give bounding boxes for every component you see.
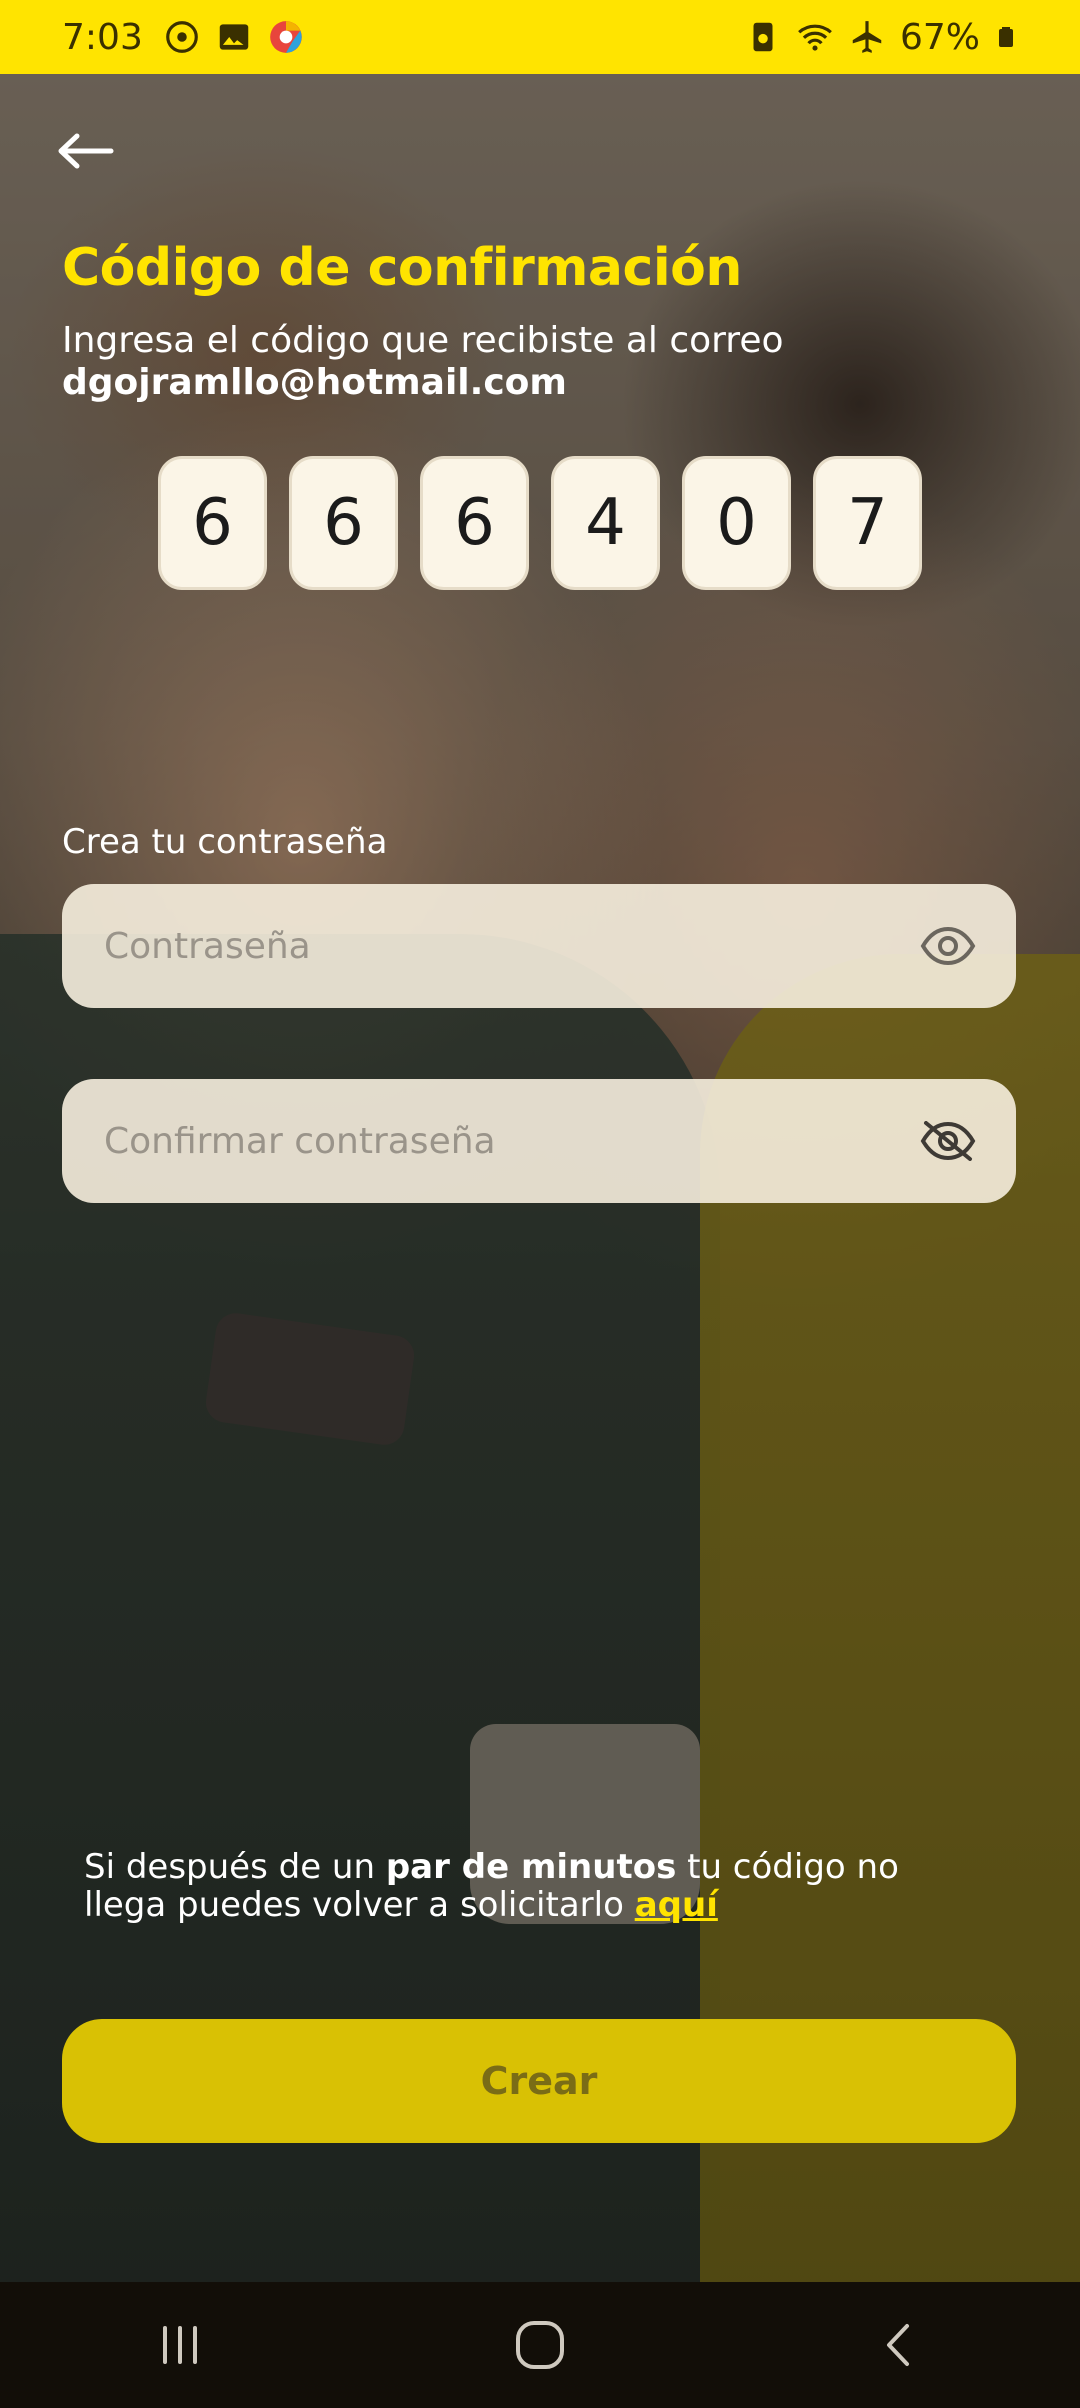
- code-digit-6[interactable]: 7: [813, 456, 922, 590]
- resend-text-1: Si después de un: [84, 1847, 386, 1887]
- resend-message: Si después de un par de minutos tu códig…: [84, 1848, 984, 1924]
- page-title: Código de confirmación: [62, 238, 742, 298]
- battery-icon: [999, 27, 1013, 47]
- home-icon: [516, 2321, 564, 2369]
- home-button[interactable]: [495, 2300, 585, 2390]
- gallery-icon: [219, 24, 249, 50]
- back-icon: [887, 2324, 909, 2366]
- status-bar: 7:03 67%: [0, 0, 1080, 74]
- password-field: [62, 884, 1016, 1008]
- back-button[interactable]: [50, 116, 120, 186]
- code-digit-4[interactable]: 4: [551, 456, 660, 590]
- create-button[interactable]: Crear: [62, 2019, 1016, 2143]
- status-right: 67%: [744, 17, 1018, 58]
- code-digit-5[interactable]: 0: [682, 456, 791, 590]
- arrow-left-icon: [58, 133, 114, 169]
- eye-icon[interactable]: [920, 926, 976, 966]
- wifi-icon: [798, 24, 832, 51]
- airplane-icon: [852, 21, 882, 53]
- status-time: 7:03: [62, 16, 143, 58]
- code-digit-2[interactable]: 6: [289, 456, 398, 590]
- face-unlock-icon: [166, 21, 198, 53]
- subtitle: Ingresa el código que recibiste al corre…: [62, 320, 1022, 404]
- system-nav-bar: [0, 2282, 1080, 2408]
- code-digit-3[interactable]: 6: [420, 456, 529, 590]
- status-left: 7:03: [62, 17, 305, 58]
- confirm-password-field: [62, 1079, 1016, 1203]
- resend-bold: par de minutos: [385, 1847, 677, 1887]
- email-address: dgojramllo@hotmail.com: [62, 362, 567, 403]
- chrome-color-app-icon: [270, 21, 302, 53]
- resend-link[interactable]: aquí: [635, 1885, 718, 1925]
- password-label: Crea tu contraseña: [62, 822, 388, 862]
- confirmation-code: 6 6 6 4 0 7: [158, 456, 922, 590]
- battery-saver-icon: [753, 22, 773, 52]
- eye-off-icon[interactable]: [920, 1121, 976, 1161]
- battery-percent: 67%: [899, 16, 980, 58]
- nav-back-button[interactable]: [855, 2300, 945, 2390]
- confirm-password-input[interactable]: [102, 1119, 900, 1163]
- code-digit-1[interactable]: 6: [158, 456, 267, 590]
- recents-button[interactable]: [135, 2300, 225, 2390]
- recents-icon: [163, 2326, 197, 2364]
- password-input[interactable]: [102, 924, 900, 968]
- subtitle-text: Ingresa el código que recibiste al corre…: [62, 320, 784, 361]
